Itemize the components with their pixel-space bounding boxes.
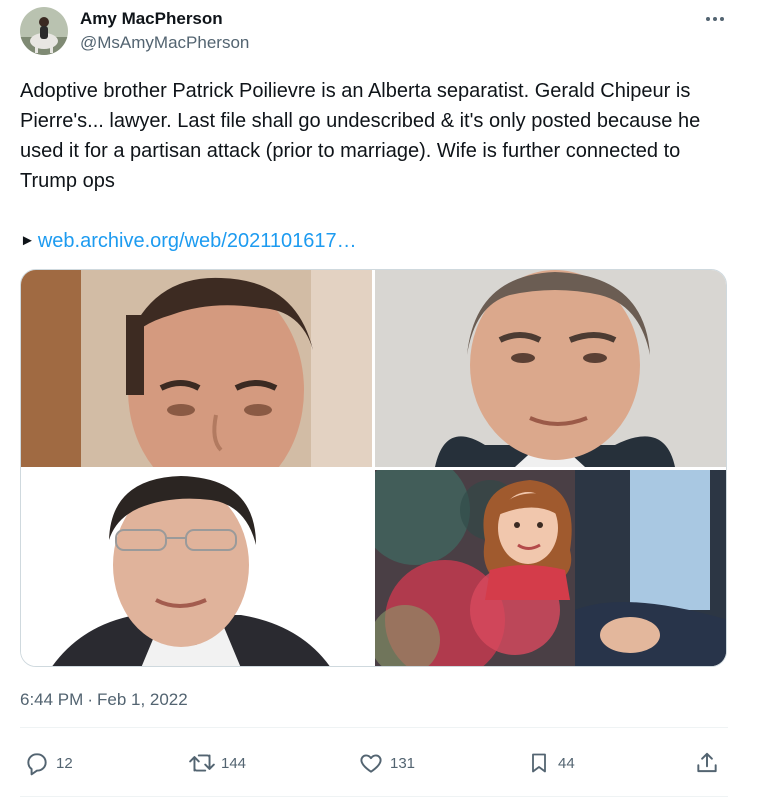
divider [20,796,728,797]
bookmark-icon [524,748,554,778]
display-name[interactable]: Amy MacPherson [80,9,249,29]
more-options-button[interactable] [700,8,730,30]
like-count: 131 [390,754,416,772]
share-button[interactable] [692,748,722,778]
pointer-icon: ► [20,232,35,249]
bookmark-button[interactable]: 44 [524,748,575,778]
retweet-count: 144 [221,754,247,772]
photo-man-1[interactable] [21,270,372,467]
retweet-icon [187,748,217,778]
media-grid [20,269,727,667]
timestamp-separator: · [87,690,93,709]
retweet-button[interactable]: 144 [187,748,246,778]
tweet-date[interactable]: Feb 1, 2022 [97,689,188,711]
photo-man-3[interactable] [21,470,372,666]
like-button[interactable]: 131 [356,748,415,778]
reply-button[interactable]: 12 [22,748,73,778]
reply-count: 12 [56,754,73,772]
more-icon [706,17,724,21]
author-info: Amy MacPherson @MsAmyMacPherson [80,9,249,53]
share-icon [692,748,722,778]
photo-girl[interactable] [375,470,726,666]
heart-icon [356,748,386,778]
tweet: Amy MacPherson @MsAmyMacPherson Adoptive… [0,0,768,803]
tweet-text: Adoptive brother Patrick Poilievre is an… [20,80,706,192]
bookmark-count: 44 [558,754,575,772]
avatar[interactable] [20,7,68,55]
archive-link[interactable]: web.archive.org/web/2021101617… [38,227,357,255]
divider [20,727,728,728]
link-row: ► web.archive.org/web/2021101617… [20,227,357,255]
tweet-time[interactable]: 6:44 PM [20,689,83,711]
reply-icon [22,748,52,778]
user-handle[interactable]: @MsAmyMacPherson [80,33,249,53]
tweet-timestamp: 6:44 PM · Feb 1, 2022 [20,689,188,711]
action-bar: 12 144 131 44 [0,748,768,780]
photo-man-2[interactable] [375,270,726,467]
